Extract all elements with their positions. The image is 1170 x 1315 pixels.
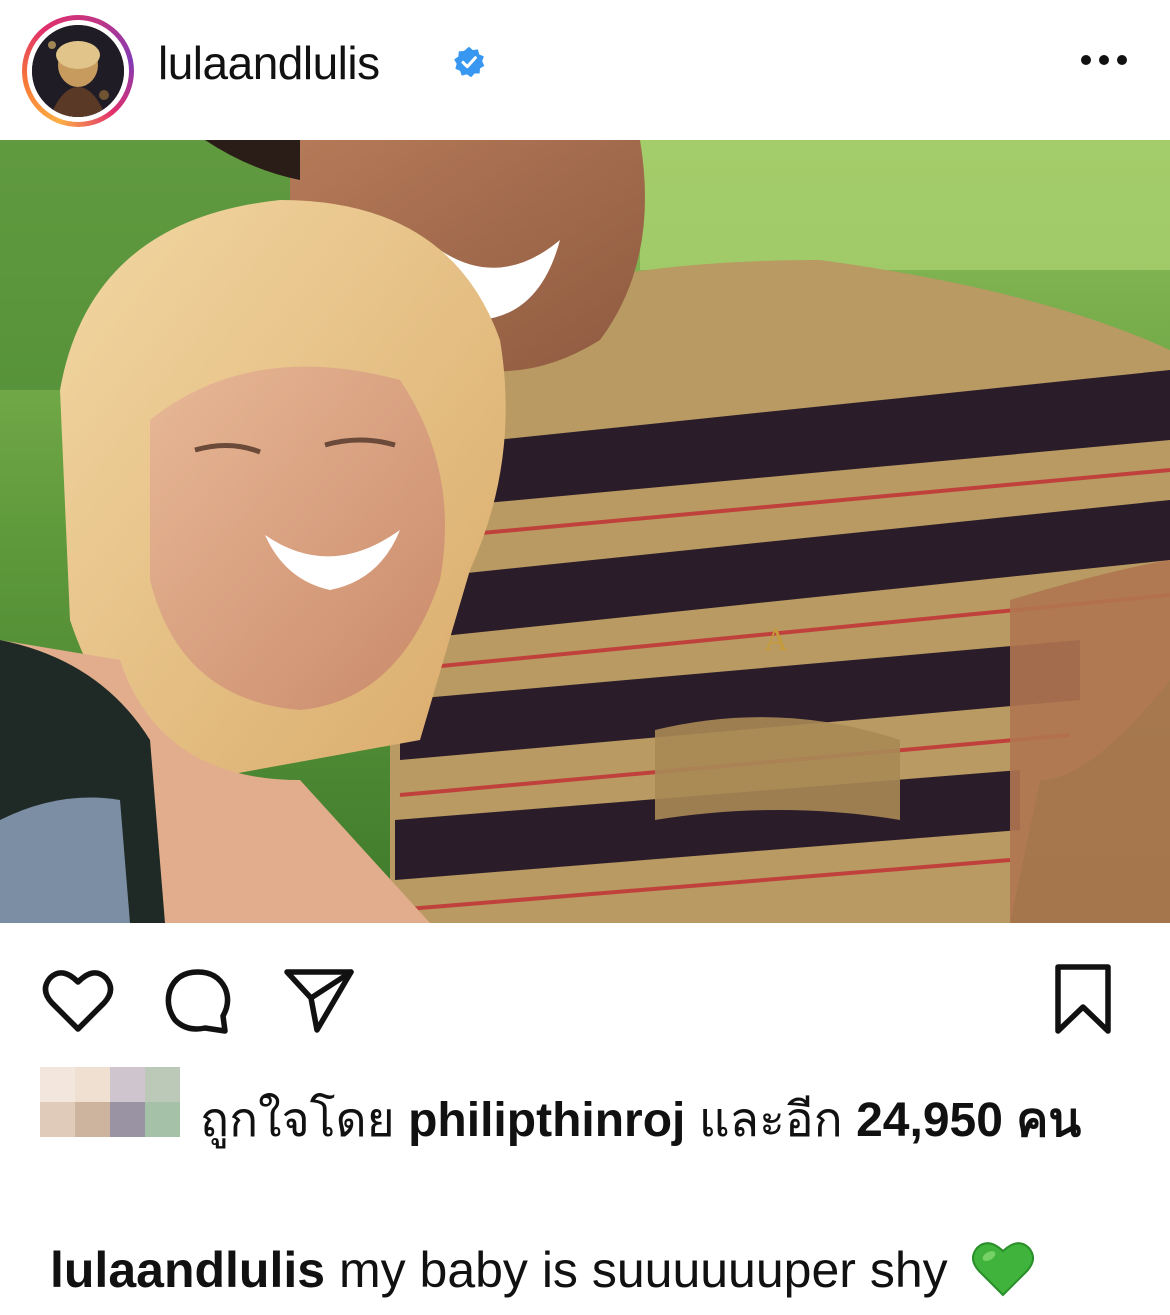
- avatar-image: [32, 25, 124, 117]
- post-header: lulaandlulis: [0, 0, 1170, 140]
- more-options-icon[interactable]: [1078, 50, 1130, 70]
- story-ring[interactable]: [22, 15, 134, 127]
- post-image: A: [0, 140, 1170, 923]
- header-username[interactable]: lulaandlulis: [158, 36, 380, 90]
- instagram-post: lulaandlulis A ถูกใจโดย philipthinroj แล…: [0, 0, 1170, 1315]
- liker-avatar[interactable]: [40, 1067, 180, 1137]
- likes-suffix: คน: [1016, 1094, 1082, 1147]
- likes-section: ถูกใจโดย philipthinroj และอีก 24,950 คน: [0, 1053, 1170, 1213]
- heart-outline-icon[interactable]: [42, 968, 114, 1034]
- svg-text:A: A: [764, 623, 787, 658]
- speech-bubble-icon[interactable]: [165, 968, 231, 1034]
- green-heart-icon: [971, 1242, 1034, 1297]
- likes-prefix: ถูกใจโดย: [200, 1094, 395, 1147]
- caption-text: my baby is suuuuuuper shy: [338, 1242, 948, 1298]
- avatar[interactable]: [32, 25, 124, 117]
- likes-count[interactable]: 24,950: [856, 1094, 1003, 1147]
- post-caption: lulaandlulis my baby is suuuuuuper shy: [50, 1238, 1150, 1302]
- caption-username[interactable]: lulaandlulis: [50, 1242, 325, 1298]
- liked-by-username[interactable]: philipthinroj: [408, 1094, 685, 1147]
- post-photo[interactable]: A: [0, 140, 1170, 923]
- paper-plane-icon[interactable]: [283, 966, 355, 1034]
- action-bar: [0, 923, 1170, 1053]
- verified-badge-icon: [454, 46, 485, 78]
- bookmark-icon[interactable]: [1052, 963, 1114, 1035]
- likes-summary[interactable]: ถูกใจโดย philipthinroj และอีก 24,950 คน: [200, 1085, 1130, 1157]
- likes-connector: และอีก: [698, 1094, 843, 1147]
